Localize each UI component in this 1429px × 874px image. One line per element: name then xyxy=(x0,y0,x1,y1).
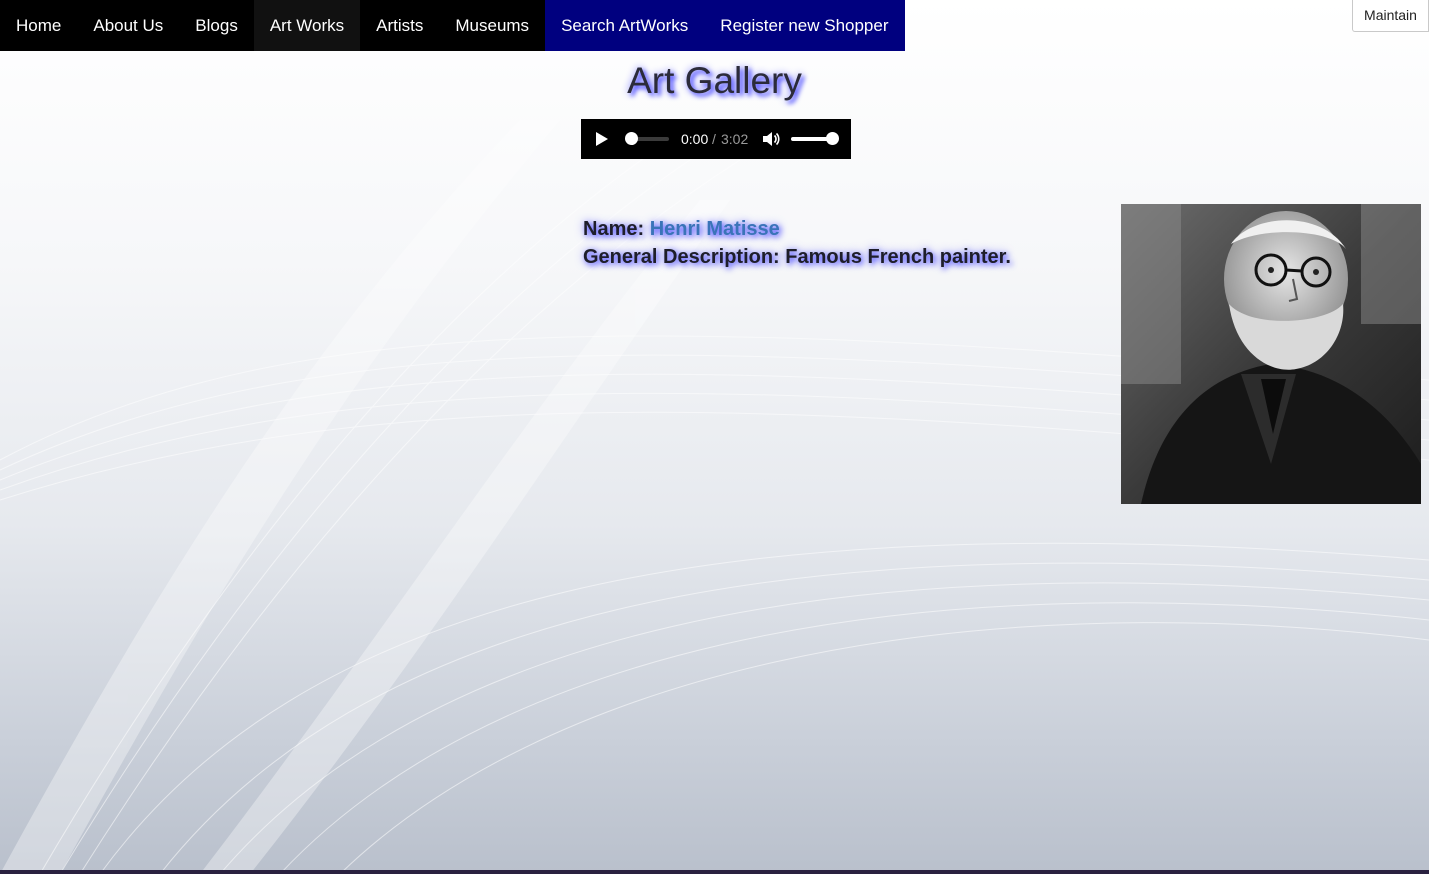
nav-register-shopper[interactable]: Register new Shopper xyxy=(704,0,905,51)
play-icon[interactable] xyxy=(595,132,609,146)
maintain-button[interactable]: Maintain xyxy=(1352,0,1429,32)
current-time: 0:00 xyxy=(681,131,709,147)
bottom-border xyxy=(0,870,1429,874)
seek-thumb[interactable] xyxy=(625,132,638,145)
nav-artists[interactable]: Artists xyxy=(360,0,440,51)
artist-info: Name: Henri Matisse General Description:… xyxy=(583,215,1011,271)
audio-player: 0:00 / 3:02 xyxy=(581,119,851,159)
nav-museums[interactable]: Museums xyxy=(439,0,546,51)
page-title: Art Gallery xyxy=(627,60,802,101)
nav-about-us[interactable]: About Us xyxy=(77,0,180,51)
volume-icon[interactable] xyxy=(762,130,780,148)
artist-name-link[interactable]: Henri Matisse xyxy=(650,218,780,240)
duration: 3:02 xyxy=(721,131,749,147)
artist-portrait xyxy=(1121,204,1421,504)
nav-art-works[interactable]: Art Works xyxy=(253,0,361,51)
time-separator: / xyxy=(712,131,716,147)
nav-blogs[interactable]: Blogs xyxy=(179,0,254,51)
artist-description: Famous French painter. xyxy=(785,246,1011,268)
nav-search-artworks[interactable]: Search ArtWorks xyxy=(545,0,705,51)
artist-description-row: General Description: Famous French paint… xyxy=(583,243,1011,271)
artist-name-row: Name: Henri Matisse xyxy=(583,215,1011,243)
name-label: Name: xyxy=(583,218,645,240)
volume-thumb[interactable] xyxy=(826,132,839,145)
main-navbar: Home About Us Blogs Art Works Artists Mu… xyxy=(0,0,905,51)
nav-home[interactable]: Home xyxy=(0,0,78,51)
description-label: General Description: xyxy=(583,246,780,268)
